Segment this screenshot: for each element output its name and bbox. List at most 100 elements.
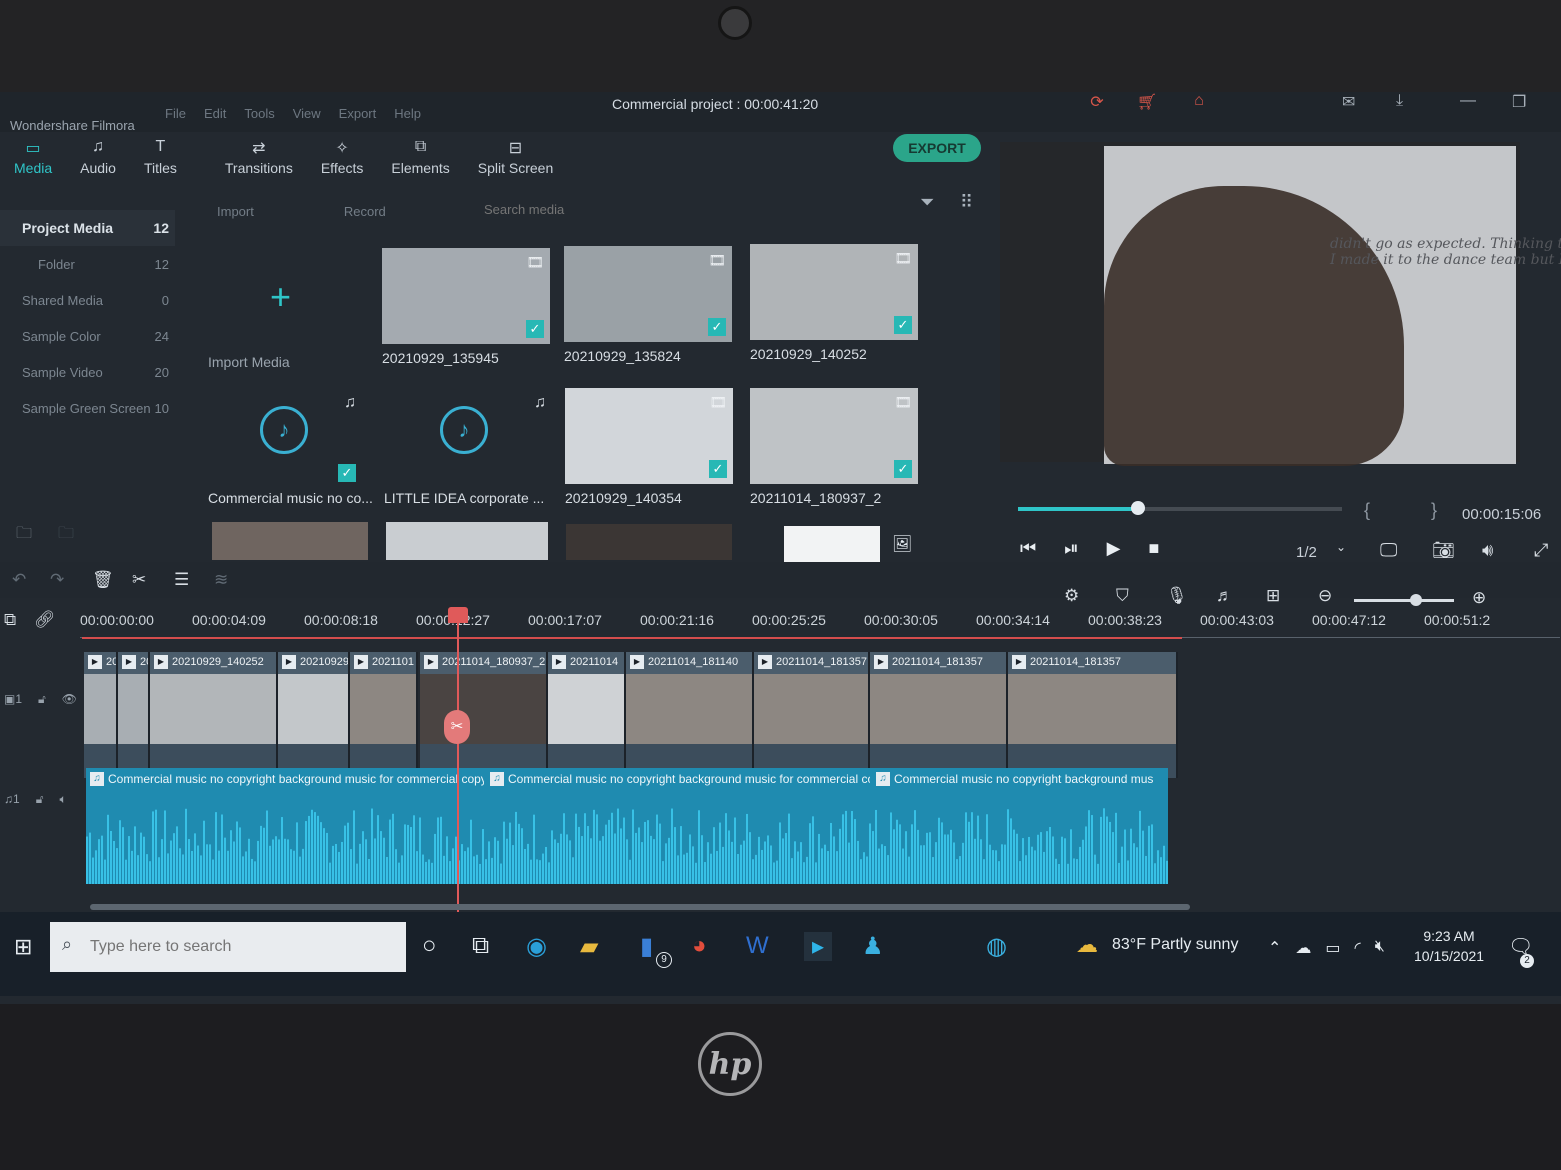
user-app-icon[interactable]: ♟: [862, 932, 884, 961]
video-clip[interactable]: ▶20: [84, 652, 118, 778]
minimize-button[interactable]: —: [1460, 92, 1476, 110]
taskbar-search-input[interactable]: [50, 922, 406, 972]
stop-icon[interactable]: ■: [1148, 538, 1159, 559]
taskbar-clock[interactable]: 9:23 AM 10/15/2021: [1414, 926, 1484, 966]
new-folder-icon[interactable]: 🗀︎: [16, 522, 32, 549]
chrome-icon[interactable]: ◕: [692, 932, 707, 960]
folder-icon[interactable]: 🗀︎: [58, 522, 74, 549]
weather-text[interactable]: 83°F Partly sunny: [1112, 936, 1238, 954]
monitor-icon[interactable]: 🖵︎: [1380, 540, 1397, 561]
video-clip[interactable]: ▶ 20210929: [278, 652, 350, 778]
tab-audio[interactable]: ♫ Audio: [66, 132, 130, 192]
menu-tools[interactable]: Tools: [244, 106, 274, 121]
media-tile[interactable]: 🎞︎ ✓ 20211014_180937_2: [750, 388, 920, 506]
gift-icon[interactable]: ⌂: [1188, 92, 1210, 114]
redo-icon[interactable]: ↷: [50, 570, 64, 590]
zoom-out-icon[interactable]: ⊖: [1318, 586, 1332, 606]
zoom-slider[interactable]: [1354, 599, 1454, 602]
globe-icon[interactable]: ◍: [986, 932, 1007, 961]
filter-icon[interactable]: ⏷: [920, 192, 934, 213]
snap-icon[interactable]: ⊞: [1266, 586, 1280, 606]
media-tile[interactable]: 🎞︎ ✓ 20210929_140354: [565, 388, 735, 506]
video-clip[interactable]: ▶ 20211014_181357: [1008, 652, 1178, 778]
play-icon[interactable]: ▶: [1107, 538, 1121, 559]
sidebar-item-folder[interactable]: Folder 12: [0, 246, 175, 282]
media-tile[interactable]: 🎞︎ ✓ 20210929_135945: [382, 248, 552, 366]
zoom-slider-knob[interactable]: [1410, 594, 1422, 606]
video-clip[interactable]: ▶ 20211014_181357: [754, 652, 870, 778]
download-icon[interactable]: ⤓: [1396, 92, 1403, 110]
speaker-icon[interactable]: 🔈︎: [59, 792, 66, 807]
video-clip[interactable]: ▶ 20210929_140252: [150, 652, 278, 778]
refresh-icon[interactable]: ⟳: [1086, 92, 1108, 114]
camera-icon[interactable]: 📷︎: [1432, 540, 1455, 561]
render-icon[interactable]: ⚙: [1064, 586, 1079, 606]
export-button[interactable]: EXPORT: [893, 134, 981, 162]
mail-icon[interactable]: ✉: [1342, 92, 1355, 112]
video-clip[interactable]: ▶ 20211014: [548, 652, 626, 778]
volume-icon[interactable]: 🔊︎: [1482, 540, 1493, 561]
import-media-tile[interactable]: + Import Media: [208, 252, 378, 370]
chevron-down-icon[interactable]: ⌄: [1336, 540, 1346, 554]
menu-export[interactable]: Export: [339, 106, 377, 121]
zoom-in-icon[interactable]: ⊕: [1472, 588, 1486, 608]
media-tile[interactable]: ♪ ♫ ✓ Commercial music no co...: [208, 388, 378, 506]
record-tab[interactable]: Record: [344, 204, 386, 219]
microphone-icon[interactable]: 🎙︎: [1166, 586, 1188, 606]
scissors-icon[interactable]: ✂: [132, 570, 146, 590]
media-thumbnail[interactable]: [566, 524, 732, 560]
media-thumbnail[interactable]: [784, 526, 880, 562]
fullscreen-icon[interactable]: ⤢: [1534, 540, 1548, 561]
tab-media[interactable]: ▭ Media: [0, 132, 66, 192]
word-icon[interactable]: W: [746, 932, 769, 960]
audio-clip[interactable]: ♫ Commercial music no copyright backgrou…: [874, 772, 1166, 786]
sidebar-item-sample-green-screen[interactable]: Sample Green Screen 10: [0, 390, 175, 426]
chevron-up-icon[interactable]: ⌃: [1268, 938, 1281, 958]
media-search-input[interactable]: [484, 202, 624, 217]
progress-knob[interactable]: [1130, 501, 1145, 515]
media-tile[interactable]: 🎞︎ ✓ 20210929_140252: [750, 244, 920, 362]
video-clip[interactable]: ▶ 20211014_181357: [870, 652, 1008, 778]
lock-icon[interactable]: 🔓︎: [36, 792, 44, 807]
mute-icon[interactable]: 🔇︎: [1375, 938, 1385, 958]
delete-icon[interactable]: 🗑︎: [92, 570, 114, 590]
step-forward-icon[interactable]: ⏯: [1064, 538, 1078, 559]
sidebar-item-sample-video[interactable]: Sample Video 20: [0, 354, 175, 390]
audio-wave-icon[interactable]: ≋: [214, 570, 228, 590]
audio-mixer-icon[interactable]: ♬: [1216, 586, 1233, 606]
tab-transitions[interactable]: ⇄ Transitions: [211, 132, 307, 192]
menu-help[interactable]: Help: [394, 106, 421, 121]
link-icon[interactable]: 🔗︎: [34, 610, 56, 630]
filmora-icon[interactable]: ▸: [804, 932, 833, 961]
undo-icon[interactable]: ↶: [12, 570, 26, 590]
sidebar-item-project-media[interactable]: Project Media 12: [0, 210, 175, 246]
playhead-line[interactable]: [457, 612, 459, 922]
wifi-icon[interactable]: ◜: [1355, 938, 1361, 958]
restore-button[interactable]: ❐: [1512, 92, 1526, 112]
task-view-icon[interactable]: ⧉: [472, 932, 489, 960]
menu-edit[interactable]: Edit: [204, 106, 226, 121]
tab-elements[interactable]: ⧉ Elements: [377, 132, 463, 192]
timeline-ruler[interactable]: 00:00:00:00 00:00:04:09 00:00:08:18 00:00:1…: [80, 612, 1560, 638]
tab-split-screen[interactable]: ⊟ Split Screen: [464, 132, 567, 192]
audio-track[interactable]: ♫ Commercial music no copyright backgrou…: [86, 768, 1168, 884]
media-tile[interactable]: 🎞︎ ✓ 20210929_135824: [564, 246, 734, 364]
file-explorer-icon[interactable]: ▰: [580, 932, 598, 961]
marker-icon[interactable]: ⛉: [1116, 586, 1129, 606]
video-track[interactable]: ▶20 ▶20 ▶20210929_140252 ▶20210929 ▶2021…: [84, 652, 1182, 778]
grid-view-icon[interactable]: ⠿: [960, 192, 973, 213]
menu-file[interactable]: File: [165, 106, 186, 121]
import-tab[interactable]: Import: [217, 204, 254, 219]
adjust-icon[interactable]: ☰: [174, 570, 189, 590]
media-tile[interactable]: ♪ ♫ LITTLE IDEA corporate ...: [384, 388, 554, 506]
video-clip[interactable]: ▶20: [118, 652, 150, 778]
preview-window[interactable]: didn't go as expected. Thinking that I m…: [1000, 142, 1561, 466]
sidebar-item-sample-color[interactable]: Sample Color 24: [0, 318, 175, 354]
mark-in-out-brackets[interactable]: { }: [1364, 500, 1465, 521]
windows-start-icon[interactable]: ⊞: [14, 934, 32, 960]
menu-view[interactable]: View: [293, 106, 321, 121]
sidebar-item-shared-media[interactable]: Shared Media 0: [0, 282, 175, 318]
media-thumbnail[interactable]: [386, 522, 548, 560]
video-clip[interactable]: ▶ 2021101: [350, 652, 418, 778]
video-clip[interactable]: ▶ 20211014_180937_2: [420, 652, 548, 778]
